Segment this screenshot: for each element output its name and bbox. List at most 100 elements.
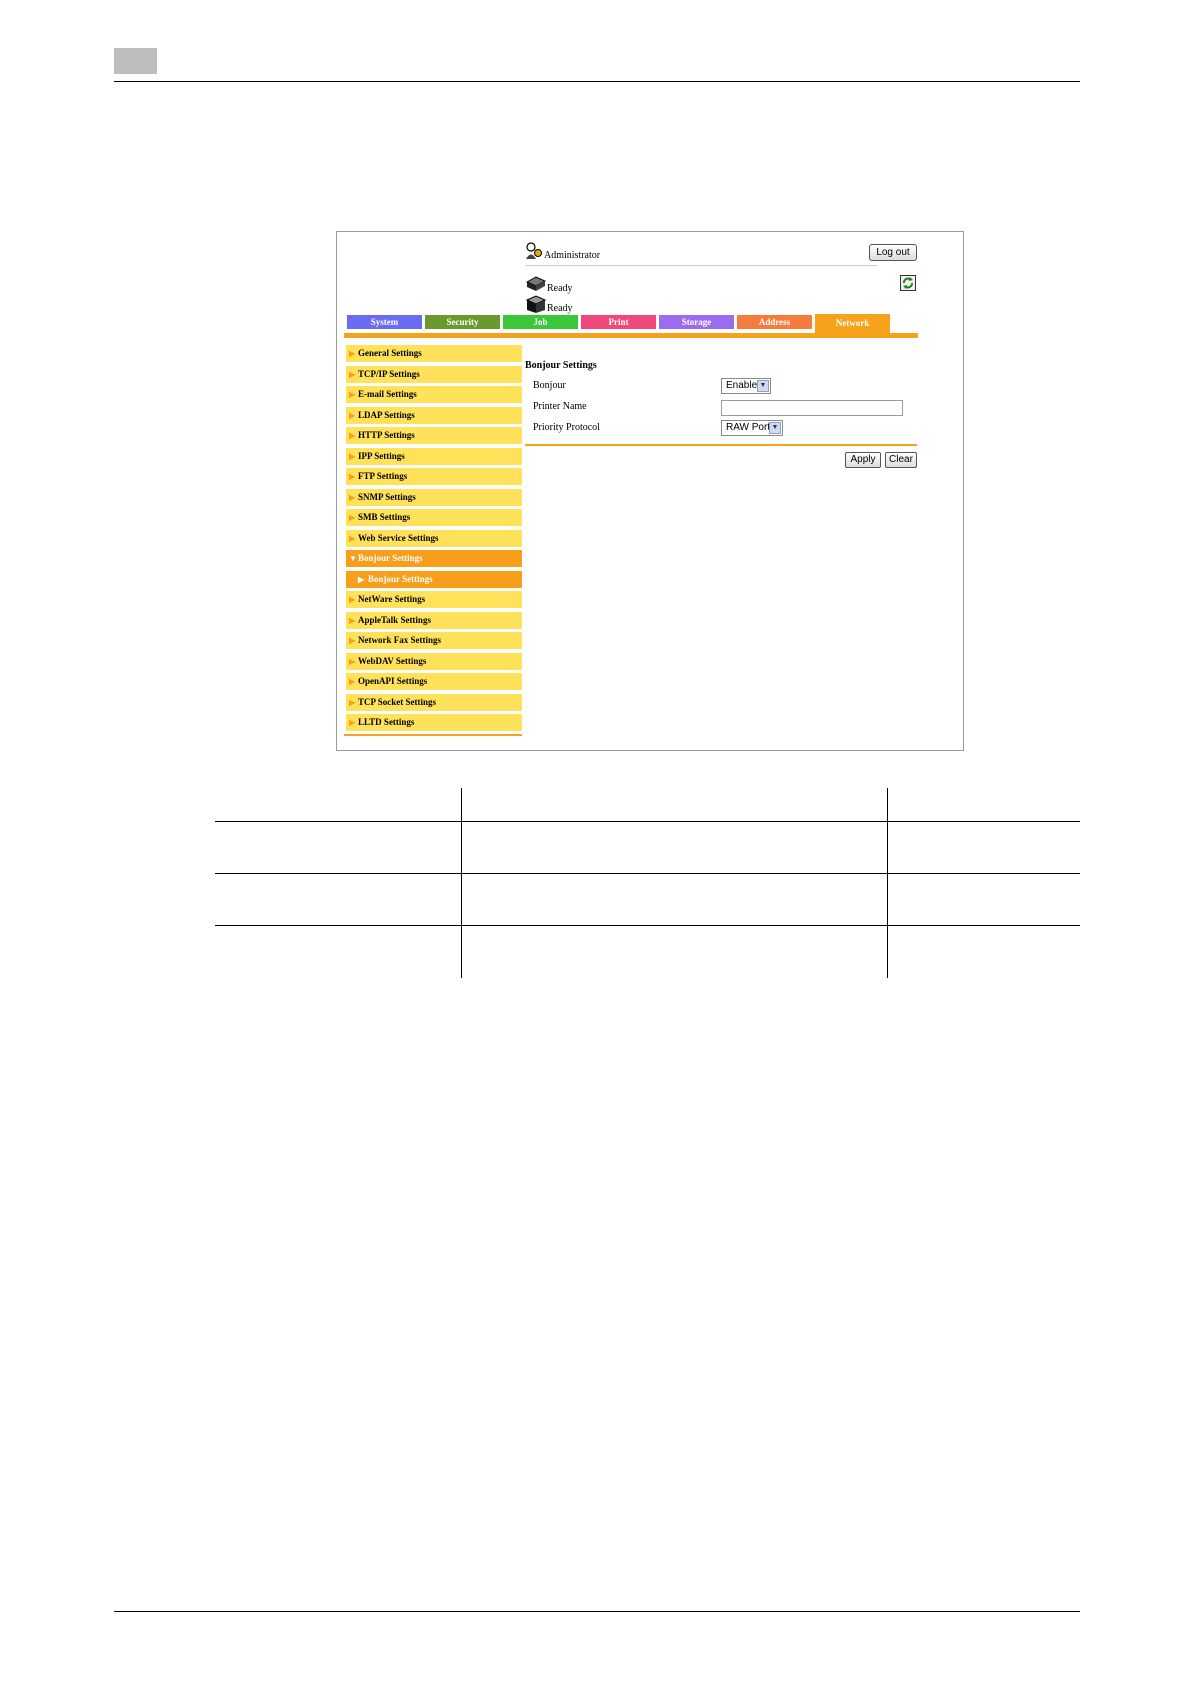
sidebar-item-label: SNMP Settings bbox=[358, 491, 416, 502]
page-title: Bonjour Settings bbox=[525, 360, 597, 371]
priority-protocol-select[interactable]: RAW Port ▼ bbox=[721, 420, 783, 436]
arrow-right-icon: ▶ bbox=[349, 697, 356, 707]
sidebar-item-bonjour[interactable]: ▼ Bonjour Settings bbox=[346, 550, 522, 567]
table-row-rule bbox=[215, 873, 1080, 874]
tab-print[interactable]: Print bbox=[581, 315, 656, 329]
sidebar-item-email[interactable]: ▶ E-mail Settings bbox=[346, 386, 522, 403]
sidebar: ▶ General Settings ▶ TCP/IP Settings ▶ E-ma… bbox=[346, 345, 522, 735]
sidebar-item-openapi[interactable]: ▶ OpenAPI Settings bbox=[346, 673, 522, 690]
tab-security[interactable]: Security bbox=[425, 315, 500, 329]
arrow-right-icon: ▶ bbox=[349, 636, 356, 645]
sidebar-item-label: Bonjour Settings bbox=[368, 573, 433, 584]
status-text: Ready bbox=[547, 283, 573, 294]
chevron-down-icon: ▼ bbox=[757, 380, 769, 392]
arrow-right-icon: ▶ bbox=[349, 718, 356, 727]
bonjour-label: Bonjour bbox=[533, 380, 566, 391]
sidebar-item-smb[interactable]: ▶ SMB Settings bbox=[346, 509, 522, 526]
sidebar-item-snmp[interactable]: ▶ SNMP Settings bbox=[346, 488, 522, 506]
arrow-down-icon: ▼ bbox=[349, 554, 357, 563]
sidebar-item-ldap[interactable]: ▶ LDAP Settings bbox=[346, 406, 522, 424]
sidebar-item-tcp-socket[interactable]: ▶ TCP Socket Settings bbox=[346, 693, 522, 711]
table-row-rule bbox=[215, 821, 1080, 822]
sidebar-item-ftp[interactable]: ▶ FTP Settings bbox=[346, 468, 522, 485]
chevron-down-icon: ▼ bbox=[769, 422, 781, 434]
sidebar-item-label: FTP Settings bbox=[358, 471, 408, 481]
arrow-right-icon: ▶ bbox=[358, 574, 365, 584]
sidebar-item-label: Network Fax Settings bbox=[358, 635, 441, 645]
header-rule bbox=[114, 81, 1080, 82]
tab-storage[interactable]: Storage bbox=[659, 315, 734, 329]
scanner-icon bbox=[525, 295, 547, 313]
sidebar-item-webdav[interactable]: ▶ WebDAV Settings bbox=[346, 652, 522, 670]
sidebar-item-general[interactable]: ▶ General Settings bbox=[346, 345, 522, 362]
sidebar-item-label: AppleTalk Settings bbox=[358, 614, 431, 625]
priority-protocol-value: RAW Port bbox=[726, 422, 771, 433]
printer-name-label: Printer Name bbox=[533, 401, 587, 412]
table-divider bbox=[461, 788, 462, 978]
sidebar-item-label: IPP Settings bbox=[358, 450, 405, 461]
sidebar-item-ipp[interactable]: ▶ IPP Settings bbox=[346, 447, 522, 465]
table-divider bbox=[887, 788, 888, 978]
sidebar-subitem-bonjour[interactable]: ▶ Bonjour Settings bbox=[346, 570, 522, 588]
arrow-right-icon: ▶ bbox=[349, 472, 356, 481]
sidebar-item-label: NetWare Settings bbox=[358, 594, 426, 604]
sidebar-item-label: WebDAV Settings bbox=[358, 655, 427, 666]
sidebar-item-web-service[interactable]: ▶ Web Service Settings bbox=[346, 529, 522, 547]
sidebar-item-label: Web Service Settings bbox=[358, 532, 439, 543]
priority-protocol-label: Priority Protocol bbox=[533, 422, 600, 433]
arrow-right-icon: ▶ bbox=[349, 595, 356, 604]
arrow-right-icon: ▶ bbox=[349, 513, 356, 522]
arrow-right-icon: ▶ bbox=[349, 431, 356, 440]
logout-button[interactable]: Log out bbox=[869, 244, 917, 261]
screenshot-frame: Administrator Log out Ready Ready System… bbox=[336, 231, 964, 751]
sidebar-item-appletalk[interactable]: ▶ AppleTalk Settings bbox=[346, 611, 522, 629]
tab-underline bbox=[344, 333, 918, 338]
sidebar-item-label: General Settings bbox=[358, 348, 422, 358]
tab-address[interactable]: Address bbox=[737, 315, 812, 329]
administrator-icon bbox=[526, 242, 542, 259]
clear-button[interactable]: Clear bbox=[885, 452, 917, 468]
arrow-right-icon: ▶ bbox=[349, 677, 356, 686]
sidebar-item-network-fax[interactable]: ▶ Network Fax Settings bbox=[346, 632, 522, 649]
sidebar-item-netware[interactable]: ▶ NetWare Settings bbox=[346, 591, 522, 608]
arrow-right-icon: ▶ bbox=[349, 533, 356, 543]
sidebar-item-label: TCP/IP Settings bbox=[358, 368, 420, 379]
arrow-right-icon: ▶ bbox=[349, 390, 356, 399]
admin-bar: Administrator bbox=[525, 242, 877, 266]
tab-network[interactable]: Network bbox=[815, 314, 890, 333]
refresh-icon[interactable] bbox=[900, 275, 916, 291]
sidebar-item-label: SMB Settings bbox=[358, 512, 411, 522]
arrow-right-icon: ▶ bbox=[349, 410, 356, 420]
sidebar-item-label: TCP Socket Settings bbox=[358, 696, 437, 707]
bonjour-select-value: Enable bbox=[726, 380, 758, 391]
sidebar-item-lltd[interactable]: ▶ LLTD Settings bbox=[346, 714, 522, 731]
bonjour-select[interactable]: Enable ▼ bbox=[721, 378, 771, 394]
tab-job[interactable]: Job bbox=[503, 315, 578, 329]
arrow-right-icon: ▶ bbox=[349, 492, 356, 502]
arrow-right-icon: ▶ bbox=[349, 656, 356, 666]
footer-rule bbox=[114, 1611, 1080, 1612]
printer-name-input[interactable] bbox=[721, 400, 903, 416]
sidebar-item-label: OpenAPI Settings bbox=[358, 676, 428, 686]
arrow-right-icon: ▶ bbox=[349, 451, 356, 461]
sidebar-bottom-rule bbox=[344, 734, 522, 736]
sidebar-item-label: HTTP Settings bbox=[358, 430, 415, 440]
sidebar-item-tcpip[interactable]: ▶ TCP/IP Settings bbox=[346, 365, 522, 383]
status-text: Ready bbox=[547, 303, 573, 314]
user-label: Administrator bbox=[544, 250, 601, 261]
arrow-right-icon: ▶ bbox=[349, 349, 356, 358]
sidebar-item-http[interactable]: ▶ HTTP Settings bbox=[346, 427, 522, 444]
table-row-rule bbox=[215, 925, 1080, 926]
sidebar-item-label: LDAP Settings bbox=[358, 409, 415, 420]
sidebar-item-label: E-mail Settings bbox=[358, 389, 417, 399]
arrow-right-icon: ▶ bbox=[349, 369, 356, 379]
printer-icon bbox=[525, 276, 547, 291]
sidebar-item-label: Bonjour Settings bbox=[358, 553, 423, 563]
tab-system[interactable]: System bbox=[347, 315, 422, 329]
arrow-right-icon: ▶ bbox=[349, 615, 356, 625]
chapter-marker bbox=[114, 48, 157, 74]
content-rule bbox=[525, 444, 917, 446]
sidebar-item-label: LLTD Settings bbox=[358, 717, 415, 727]
main-tabs: System Security Job Print Storage Addres… bbox=[347, 314, 907, 333]
apply-button[interactable]: Apply bbox=[845, 452, 881, 468]
